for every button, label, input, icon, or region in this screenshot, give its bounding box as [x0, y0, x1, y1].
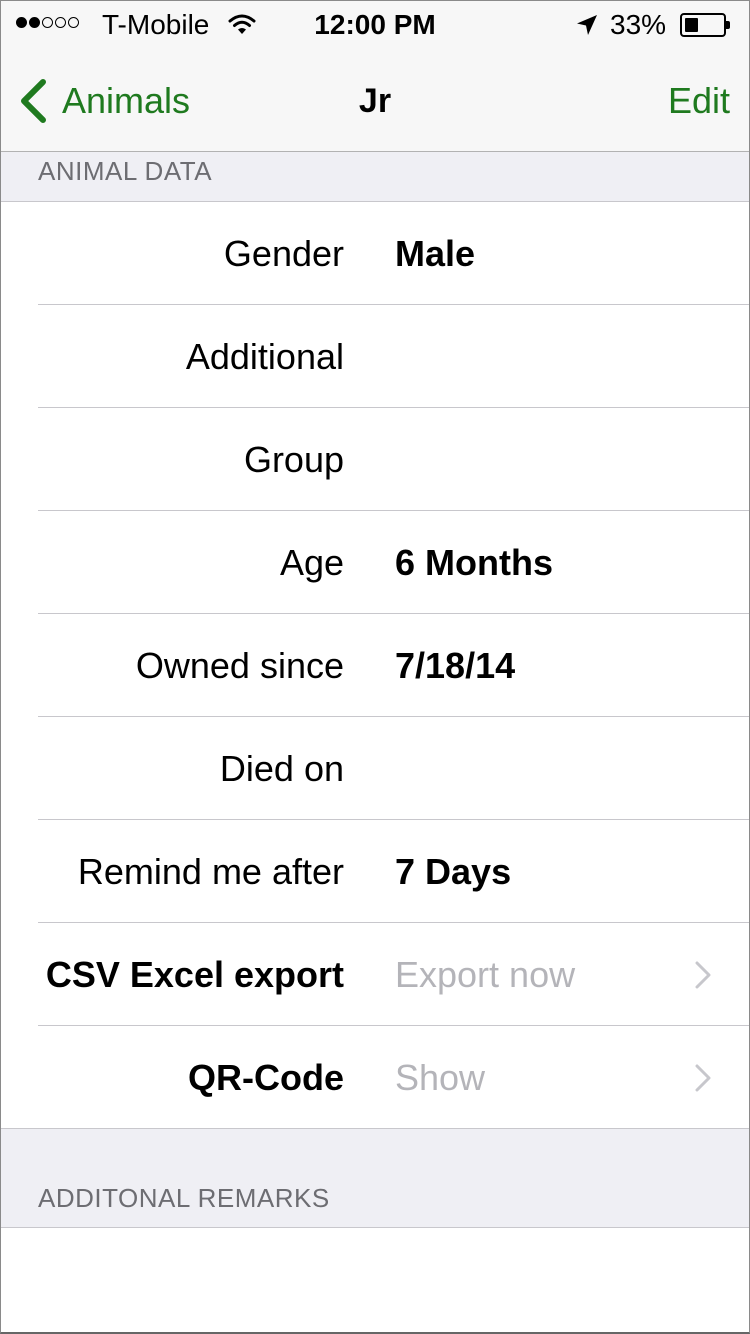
chevron-right-icon: [695, 1064, 711, 1092]
battery-body: [680, 13, 726, 37]
battery-icon: [680, 13, 730, 37]
row-group[interactable]: Group: [0, 408, 750, 511]
status-bar: T-Mobile 12:00 PM 33%: [0, 0, 750, 50]
section-title: ADDITONAL REMARKS: [38, 1183, 330, 1213]
row-age[interactable]: Age 6 Months: [0, 511, 750, 614]
back-button[interactable]: Animals: [16, 78, 190, 124]
row-died-on[interactable]: Died on: [0, 717, 750, 820]
row-remind-me-after[interactable]: Remind me after 7 Days: [0, 820, 750, 923]
row-value: 7 Days: [395, 851, 512, 892]
row-label: Age: [279, 542, 344, 583]
row-label: Gender: [223, 233, 344, 274]
animal-data-list: Gender Male Additional Group Age 6 Month…: [0, 202, 750, 1129]
row-label: Remind me after: [77, 851, 344, 892]
row-gender[interactable]: Gender Male: [0, 202, 750, 305]
row-label: QR-Code: [188, 1057, 344, 1098]
row-value: 7/18/14: [395, 645, 516, 686]
battery-percent: 33%: [610, 9, 667, 40]
row-owned-since[interactable]: Owned since 7/18/14: [0, 614, 750, 717]
navigation-bar: Animals Jr Edit: [0, 50, 750, 152]
row-label: Died on: [219, 748, 344, 789]
section-header-animal-data: ANIMAL DATA: [0, 152, 750, 202]
edit-button[interactable]: Edit: [668, 78, 730, 124]
row-additional[interactable]: Additional: [0, 305, 750, 408]
row-qr-code[interactable]: QR-Code Show: [0, 1026, 750, 1129]
remarks-text-area[interactable]: [0, 1228, 750, 1332]
row-label: CSV Excel export: [45, 954, 344, 995]
show-qr-code-action: Show: [395, 1057, 486, 1098]
row-label: Owned since: [135, 645, 344, 686]
row-label: Group: [243, 439, 344, 480]
back-button-label: Animals: [62, 80, 191, 121]
battery-fill: [685, 18, 698, 32]
section-header-additional-remarks: ADDITONAL REMARKS: [0, 1128, 750, 1228]
chevron-left-icon: [21, 79, 46, 123]
chevron-right-icon: [695, 961, 711, 989]
row-value: 6 Months: [395, 542, 553, 583]
row-value: Male: [395, 233, 476, 274]
row-csv-excel-export[interactable]: CSV Excel export Export now: [0, 923, 750, 1026]
export-now-action: Export now: [395, 954, 576, 995]
battery-tip: [726, 21, 730, 29]
location-arrow-icon: [577, 15, 597, 35]
row-label: Additional: [185, 336, 344, 377]
section-title: ANIMAL DATA: [38, 156, 213, 186]
